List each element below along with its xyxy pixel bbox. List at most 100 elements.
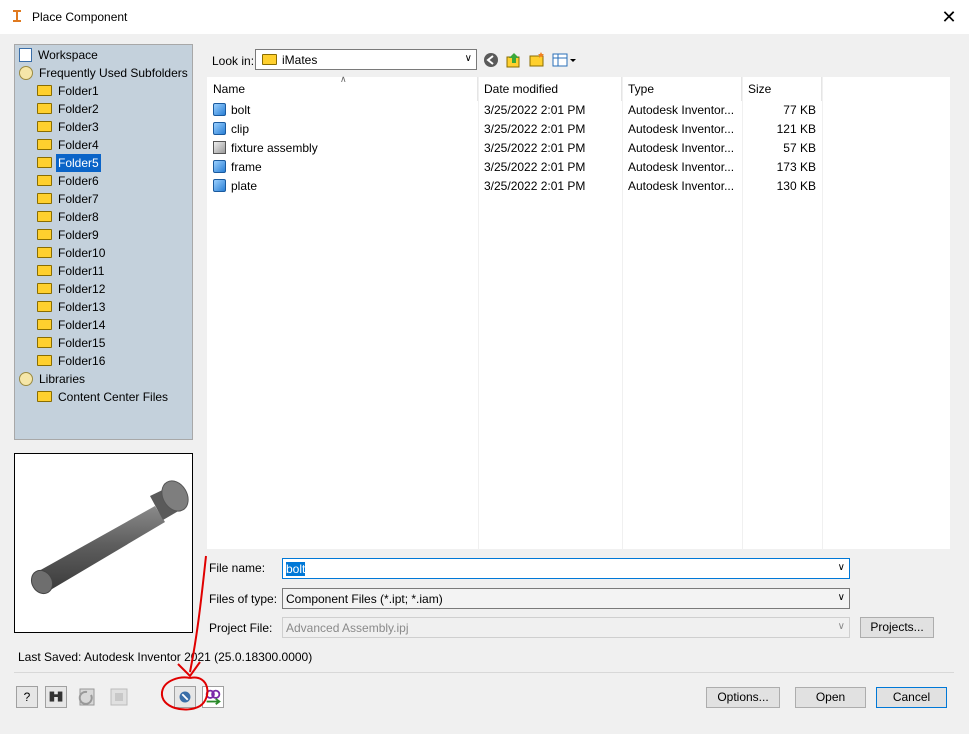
folder-icon [37,121,52,133]
folder-icon [37,265,52,277]
file-size-text: 77 KB [783,103,816,117]
iproperties-icon[interactable] [174,686,196,708]
file-date-text: 3/25/2022 2:01 PM [484,179,586,193]
files-of-type-label: Files of type: [209,592,278,606]
file-list[interactable]: Name ∧ Date modified Type Size bolt 3/25/… [207,74,950,549]
folder-icon [37,85,52,97]
refresh-icon[interactable] [77,686,103,708]
project-file-label: Project File: [209,621,273,635]
file-date-text: 3/25/2022 2:01 PM [484,141,586,155]
places-item[interactable]: Folder7 [37,190,101,208]
places-item-label: Workspace [38,48,98,62]
file-name-field[interactable]: bolt ∨ [282,558,850,579]
help-icon[interactable]: ? [16,686,38,708]
options-button[interactable]: Options... [706,687,780,708]
find-icon[interactable] [45,686,67,708]
projects-button[interactable]: Projects... [860,617,934,638]
chevron-down-icon[interactable]: ∨ [838,562,845,573]
places-item-label: Folder6 [58,174,99,188]
places-item[interactable]: Folder13 [37,298,107,316]
part-file-icon [213,103,226,117]
up-folder-icon[interactable] [505,51,523,69]
places-item[interactable]: Folder14 [37,316,107,334]
file-name-value: bolt [286,562,306,576]
places-item[interactable]: Folder16 [37,352,107,370]
file-name-cell: frame [213,158,478,177]
file-name-text: clip [231,122,250,136]
project-file-value: Advanced Assembly.ipj [286,621,409,635]
column-header-type[interactable]: Type [622,77,742,101]
file-size-text: 130 KB [776,179,816,193]
new-folder-icon[interactable] [528,51,546,69]
places-item-label: Content Center Files [58,390,169,404]
file-type-cell: Autodesk Inventor... [628,101,742,120]
file-row[interactable]: plate 3/25/2022 2:01 PM Autodesk Inventor.… [207,177,950,196]
places-item[interactable]: Folder12 [37,280,107,298]
places-item-label: Folder12 [58,282,106,296]
file-row[interactable]: bolt 3/25/2022 2:01 PM Autodesk Inventor..… [207,101,950,120]
column-header-date[interactable]: Date modified [478,77,622,101]
project-file-dropdown[interactable]: Advanced Assembly.ipj ∨ [282,617,850,638]
file-size-text: 57 KB [783,141,816,155]
chevron-down-icon: ∨ [837,592,845,603]
places-item[interactable]: Content Center Files [37,388,170,406]
open-button[interactable]: Open [795,687,866,708]
file-name-text: bolt [231,103,251,117]
title-bar [0,0,969,34]
file-size-cell: 173 KB [748,158,816,177]
places-item[interactable]: Folder10 [37,244,107,262]
file-size-cell: 57 KB [748,139,816,158]
folder-icon [37,301,52,313]
view-menu-icon[interactable] [552,51,578,69]
places-item[interactable]: Folder4 [37,136,101,154]
file-size-text: 121 KB [776,122,816,136]
file-date-text: 3/25/2022 2:01 PM [484,122,586,136]
folder-icon [37,103,52,115]
places-item[interactable]: Folder2 [37,100,101,118]
close-icon[interactable]: ✕ [938,6,960,28]
places-item[interactable]: Folder6 [37,172,101,190]
places-item[interactable]: Folder11 [37,262,106,280]
file-row[interactable]: clip 3/25/2022 2:01 PM Autodesk Inventor..… [207,120,950,139]
folder-icon [37,193,52,205]
imate-icon[interactable] [202,686,224,708]
file-row[interactable]: frame 3/25/2022 2:01 PM Autodesk Inventor.… [207,158,950,177]
places-item[interactable]: Folder1 [37,82,101,100]
places-item[interactable]: Workspace [19,46,100,64]
cancel-button[interactable]: Cancel [876,687,947,708]
places-tree[interactable]: Workspace Frequently Used Subfolders Folde… [14,44,193,440]
files-of-type-value: Component Files (*.ipt; *.iam) [286,592,443,606]
back-icon[interactable] [482,51,500,69]
places-item-label: Folder1 [58,84,99,98]
places-item-label: Folder11 [58,264,105,278]
folder-icon [37,139,52,151]
file-name-text: fixture assembly [231,141,318,155]
options-disabled-icon[interactable] [108,686,130,708]
places-item[interactable]: Folder5 [37,154,101,172]
look-in-label: Look in: [212,54,255,68]
places-item[interactable]: Folder9 [37,226,101,244]
file-date-cell: 3/25/2022 2:01 PM [484,120,624,139]
file-date-cell: 3/25/2022 2:01 PM [484,177,624,196]
file-name-label: File name: [209,561,266,575]
file-size-cell: 121 KB [748,120,816,139]
places-item[interactable]: Folder15 [37,334,107,352]
file-date-cell: 3/25/2022 2:01 PM [484,101,624,120]
look-in-dropdown[interactable]: iMates ∨ [255,49,477,70]
file-date-cell: 3/25/2022 2:01 PM [484,139,624,158]
folder-icon [37,157,52,169]
part-file-icon [213,179,226,193]
places-item-label: Folder13 [58,300,106,314]
part-file-icon [213,122,226,136]
files-of-type-dropdown[interactable]: Component Files (*.ipt; *.iam) ∨ [282,588,850,609]
workspace-icon [19,47,32,62]
places-item-label: Libraries [39,372,86,386]
places-item[interactable]: Folder8 [37,208,101,226]
folder-icon [37,355,52,367]
file-row[interactable]: fixture assembly 3/25/2022 2:01 PM Autodes… [207,139,950,158]
places-item[interactable]: Libraries [19,370,87,388]
places-item[interactable]: Folder3 [37,118,101,136]
file-name-cell: fixture assembly [213,139,478,158]
places-item[interactable]: Frequently Used Subfolders [19,64,190,82]
column-header-size[interactable]: Size [742,77,822,101]
